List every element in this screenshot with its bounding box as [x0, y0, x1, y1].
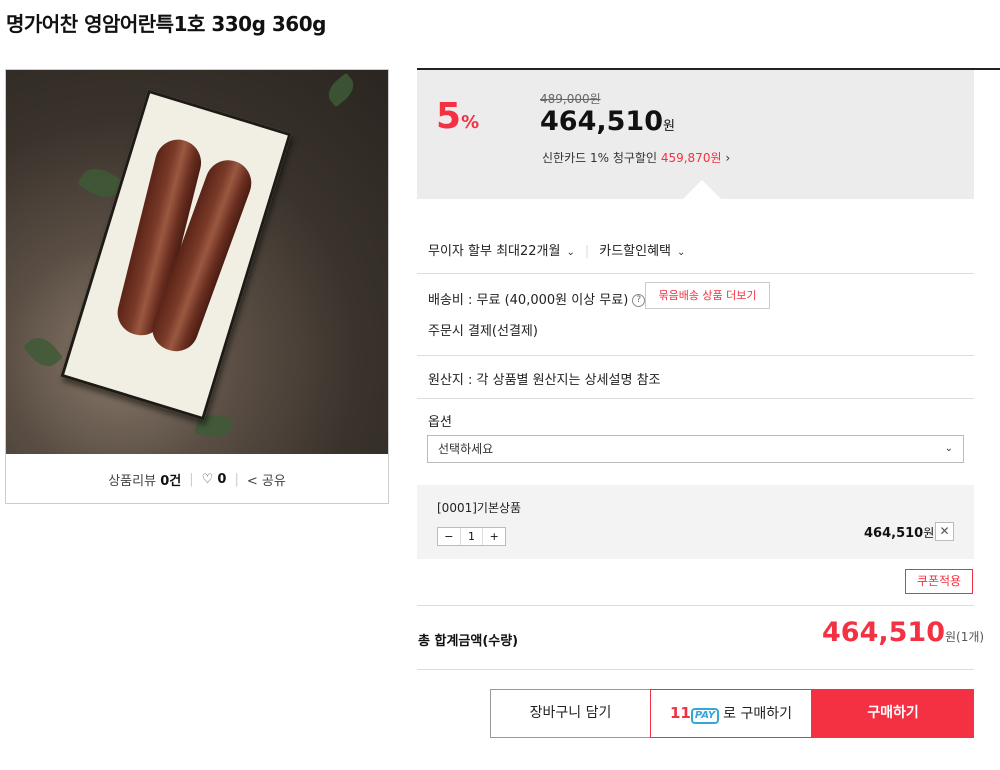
card-benefit-dropdown[interactable]: 카드할인혜택 ⌄: [599, 244, 685, 259]
row-divider: [417, 355, 974, 356]
add-to-cart-button[interactable]: 장바구니 담기: [490, 689, 650, 738]
buy-now-button[interactable]: 구매하기: [812, 689, 974, 738]
row-divider: [417, 605, 974, 606]
total-price: 464,510원(1개): [822, 617, 985, 648]
coupon-button[interactable]: 쿠폰적용: [905, 569, 973, 594]
product-image[interactable]: [6, 70, 388, 454]
quantity-stepper: − 1 +: [437, 527, 506, 546]
product-title: 명가어찬 영암어란특1호 330g 360g: [6, 12, 326, 36]
chevron-down-icon: ⌄: [566, 247, 575, 258]
separator: |: [584, 244, 590, 259]
sale-price: 464,510원: [540, 106, 675, 137]
separator: |: [189, 471, 194, 487]
row-divider: [417, 273, 974, 274]
selected-option-box: [417, 485, 974, 559]
leaf-decoration: [22, 331, 64, 373]
heart-icon: ♡: [201, 471, 214, 487]
increase-button[interactable]: +: [482, 528, 505, 545]
discount-rate: 5%: [436, 96, 480, 137]
row-divider: [417, 669, 974, 670]
option-select[interactable]: 선택하세요 ⌄: [427, 435, 964, 463]
quantity-input[interactable]: 1: [459, 528, 483, 545]
share-button[interactable]: < 공유: [247, 470, 286, 489]
decrease-button[interactable]: −: [438, 528, 460, 545]
serving-tray: [60, 89, 292, 421]
installment-row: 무이자 할부 최대22개월 ⌄ | 카드할인혜택 ⌄: [428, 240, 685, 259]
11pay-logo: 11: [670, 704, 691, 722]
price-box-notch: [682, 180, 722, 200]
chevron-right-icon: ›: [725, 151, 731, 165]
chevron-down-icon: ⌄: [677, 247, 686, 258]
remove-option-button[interactable]: ✕: [935, 522, 954, 541]
review-link[interactable]: 상품리뷰 0건: [108, 470, 181, 489]
leaf-decoration: [323, 72, 359, 108]
card-discount-link[interactable]: 신한카드 1% 청구할인 459,870원 ›: [542, 149, 730, 166]
share-icon: <: [246, 473, 258, 489]
help-icon[interactable]: ?: [632, 294, 646, 307]
total-label: 총 합계금액(수량): [418, 634, 519, 649]
bundle-shipping-button[interactable]: 묶음배송 상품 더보기: [645, 282, 770, 309]
installment-dropdown[interactable]: 무이자 할부 최대22개월 ⌄: [428, 244, 575, 259]
shipping-fee: 배송비 : 무료 (40,000원 이상 무료)?: [428, 289, 646, 308]
product-image-card: 상품리뷰 0건 | ♡ 0 | < 공유: [5, 69, 389, 504]
selected-option-price: 464,510원: [864, 526, 935, 541]
chevron-down-icon: ⌄: [944, 443, 953, 454]
original-price: 489,000원: [540, 92, 601, 106]
image-footer: 상품리뷰 0건 | ♡ 0 | < 공유: [6, 454, 388, 504]
selected-option-name: [0001]기본상품: [437, 501, 522, 515]
pay-logo: PAY: [690, 708, 720, 724]
like-button[interactable]: ♡ 0: [202, 472, 227, 487]
origin-info: 원산지 : 각 상품별 원산지는 상세설명 참조: [428, 373, 661, 388]
11pay-button[interactable]: 11 PAY 로 구매하기: [650, 689, 812, 738]
option-label: 옵션: [428, 415, 452, 430]
separator: |: [234, 471, 239, 487]
row-divider: [417, 398, 974, 399]
payment-method: 주문시 결제(선결제): [428, 324, 538, 339]
